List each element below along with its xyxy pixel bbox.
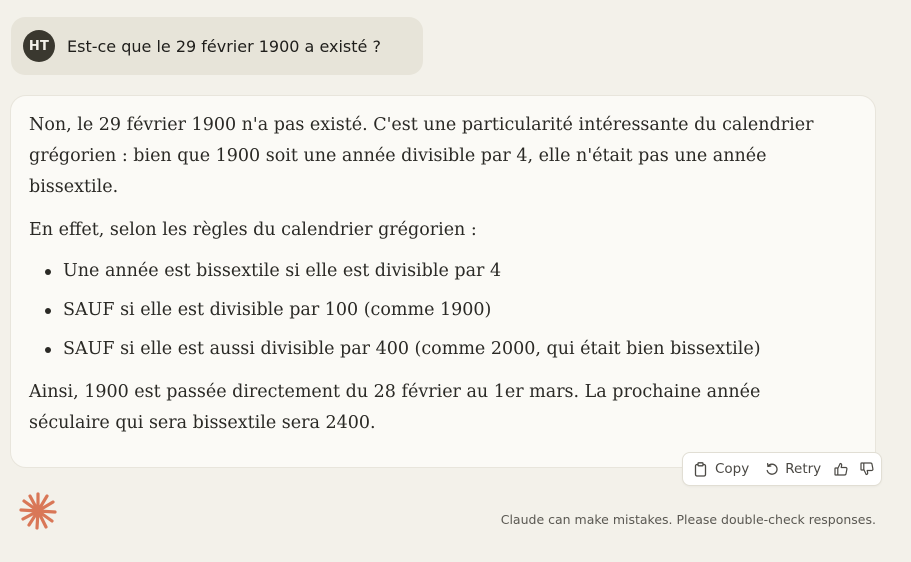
user-message: HT Est-ce que le 29 février 1900 a exist… [11,17,423,75]
list-item: SAUF si elle est aussi divisible par 400… [29,334,855,373]
rules-list: Une année est bissextile si elle est div… [29,256,855,373]
disclaimer-text: Claude can make mistakes. Please double-… [500,512,876,527]
copy-button[interactable]: Copy [694,461,749,477]
thumbs-up-icon [834,462,848,476]
assistant-paragraph: En effet, selon les règles du calendrier… [29,220,477,240]
retry-label: Retry [785,461,822,477]
bullet-icon [45,269,51,275]
thumbs-up-button[interactable] [834,462,848,476]
thumbs-down-icon [860,462,874,476]
copy-label: Copy [715,461,750,477]
bullet-icon [45,308,51,314]
list-item-text: SAUF si elle est divisible par 100 (comm… [63,300,492,320]
user-avatar[interactable]: HT [23,30,55,62]
message-actions: Copy Retry [682,452,882,486]
retry-button[interactable]: Retry [765,461,821,477]
retry-icon [765,462,779,476]
claude-starburst-logo [18,491,58,531]
assistant-paragraph: Non, le 29 février 1900 n'a pas existé. … [29,115,814,197]
list-item: SAUF si elle est divisible par 100 (comm… [29,295,855,334]
user-message-text: Est-ce que le 29 février 1900 a existé ? [67,36,381,56]
thumbs-down-button[interactable] [860,462,874,476]
list-item-text: Une année est bissextile si elle est div… [63,261,502,281]
clipboard-icon [694,461,707,477]
list-item: Une année est bissextile si elle est div… [29,256,855,295]
chat-page: HT Est-ce que le 29 février 1900 a exist… [0,0,911,562]
list-item-text: SAUF si elle est aussi divisible par 400… [63,339,761,359]
bullet-icon [45,347,51,353]
assistant-paragraph: Ainsi, 1900 est passée directement du 28… [29,382,761,433]
assistant-message: Non, le 29 février 1900 n'a pas existé. … [10,95,876,468]
